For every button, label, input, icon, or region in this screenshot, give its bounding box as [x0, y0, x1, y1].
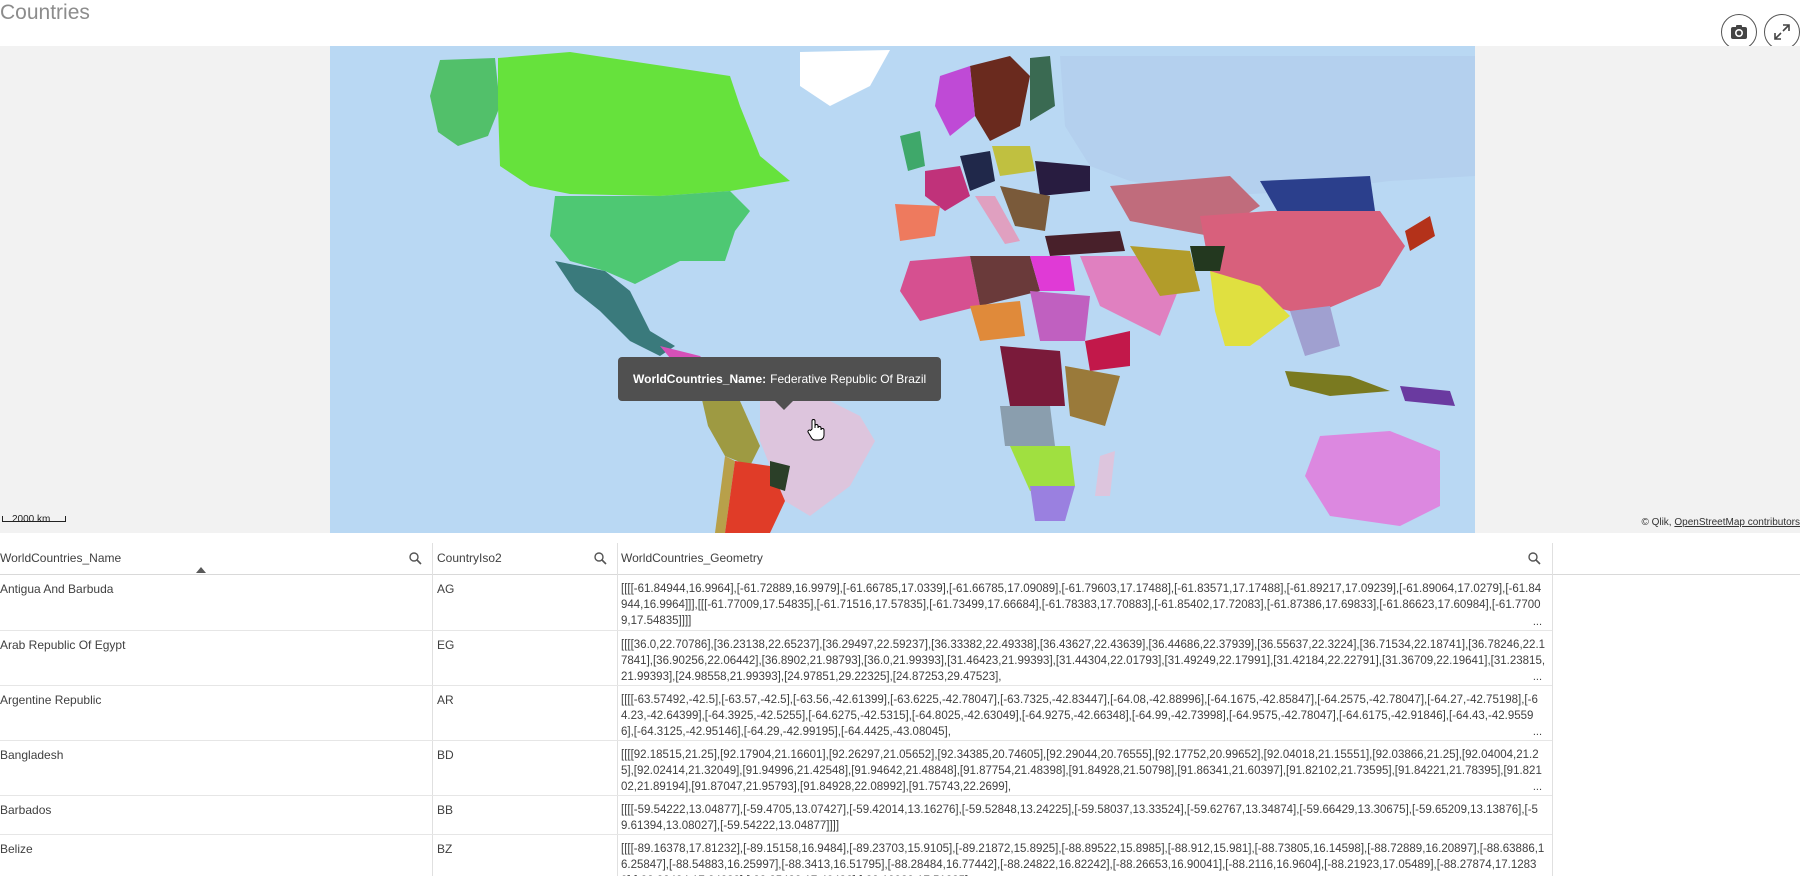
- map-region-angola[interactable]: [1000, 406, 1055, 446]
- search-icon[interactable]: [409, 552, 422, 565]
- map-region-alaska[interactable]: [430, 58, 500, 146]
- map-region-australia[interactable]: [1305, 431, 1440, 526]
- country-name-cell: Antigua And Barbuda: [0, 582, 114, 596]
- map-region-norway[interactable]: [935, 66, 975, 136]
- iso-code-cell: BZ: [437, 842, 453, 856]
- snapshot-button[interactable]: [1721, 14, 1757, 50]
- column-header-geometry[interactable]: WorldCountries_Geometry: [621, 543, 1551, 574]
- map-region-mongolia[interactable]: [1260, 176, 1375, 216]
- geometry-cell: [[[[36.0,22.70786],[36.23138,22.65237],[…: [621, 639, 1546, 683]
- map-attribution: © Qlik, OpenStreetMap contributors: [1641, 517, 1800, 528]
- geometry-cell: [[[[-63.57492,-42.5],[-63.57,-42.5],[-63…: [621, 694, 1538, 738]
- column-header-label: WorldCountries_Name: [0, 551, 122, 565]
- geometry-cell: [[[[92.18515,21.25],[92.17904,21.16601],…: [621, 749, 1542, 793]
- map-region-algeria-libya[interactable]: [970, 256, 1040, 306]
- map-region-finland[interactable]: [1030, 56, 1055, 121]
- table-row[interactable]: Bangladesh BD [[[[92.18515,21.25],[92.17…: [0, 741, 1552, 796]
- map-region-spain[interactable]: [895, 204, 940, 241]
- map-region-congo[interactable]: [1000, 346, 1065, 406]
- map-region-greenland[interactable]: [800, 50, 890, 106]
- table-row[interactable]: Arab Republic Of Egypt EG [[[[36.0,22.70…: [0, 631, 1552, 686]
- map-region-uk[interactable]: [900, 131, 925, 171]
- openstreetmap-link[interactable]: OpenStreetMap contributors: [1674, 517, 1800, 528]
- iso-code-cell: EG: [437, 638, 455, 652]
- country-name-cell: Arab Republic Of Egypt: [0, 638, 126, 652]
- map-region-west-africa[interactable]: [900, 256, 980, 321]
- truncation-ellipsis: ...: [1532, 671, 1542, 683]
- hand-cursor-icon: [807, 419, 825, 441]
- map-tooltip: WorldCountries_Name: Federative Republic…: [618, 357, 942, 410]
- geometry-cell: [[[[-59.54222,13.04877],[-59.4705,13.074…: [621, 804, 1538, 832]
- column-divider[interactable]: [1552, 543, 1553, 876]
- attribution-prefix: © Qlik,: [1641, 517, 1672, 528]
- map-region-indonesia[interactable]: [1285, 371, 1390, 396]
- search-icon[interactable]: [1528, 552, 1541, 565]
- column-header-label: WorldCountries_Geometry: [621, 551, 763, 565]
- world-map[interactable]: [330, 46, 1475, 533]
- map-region-sudan[interactable]: [1030, 291, 1090, 341]
- iso-code-cell: AR: [437, 693, 454, 707]
- map-region-southern-africa[interactable]: [1010, 446, 1075, 491]
- tooltip-field-label: WorldCountries_Name:: [633, 372, 767, 386]
- iso-code-cell: BD: [437, 748, 454, 762]
- table-row[interactable]: Argentine Republic AR [[[[-63.57492,-42.…: [0, 686, 1552, 741]
- column-header-label: CountryIso2: [437, 551, 502, 565]
- table-header: WorldCountries_Name CountryIso2 WorldCou…: [0, 543, 1800, 575]
- scale-label: 2000 km: [12, 514, 51, 525]
- map-region-nigeria[interactable]: [970, 301, 1025, 341]
- map-region-ukraine[interactable]: [1035, 161, 1090, 196]
- page-title: Countries: [0, 1, 90, 24]
- fullscreen-button[interactable]: [1764, 14, 1800, 50]
- table-row[interactable]: Belize BZ [[[[-89.16378,17.81232],[-89.1…: [0, 835, 1552, 876]
- data-table: WorldCountries_Name CountryIso2 WorldCou…: [0, 543, 1800, 876]
- truncation-ellipsis: ...: [1532, 616, 1542, 628]
- map-region-japan[interactable]: [1405, 216, 1435, 251]
- map-region-peru-bolivia[interactable]: [700, 391, 760, 466]
- map-region-madagascar[interactable]: [1095, 451, 1115, 496]
- expand-icon: [1774, 24, 1790, 40]
- map-region-russia[interactable]: [1060, 56, 1475, 196]
- map-region-turkey[interactable]: [1045, 231, 1125, 256]
- country-name-cell: Barbados: [0, 803, 52, 817]
- map-region-southeast-asia[interactable]: [1290, 306, 1340, 356]
- column-header-iso[interactable]: CountryIso2: [437, 543, 617, 574]
- sort-ascending-icon: [196, 567, 206, 573]
- map-region-afghanistan[interactable]: [1190, 246, 1225, 271]
- tooltip-field-value: Federative Republic Of Brazil: [770, 372, 927, 386]
- camera-icon: [1731, 25, 1747, 39]
- map-region-east-africa[interactable]: [1065, 366, 1120, 426]
- country-name-cell: Bangladesh: [0, 748, 64, 762]
- iso-code-cell: BB: [437, 803, 454, 817]
- map-region-south-africa[interactable]: [1030, 486, 1075, 521]
- geometry-cell: [[[[-89.16378,17.81232],[-89.15158,16.94…: [621, 843, 1545, 876]
- map-scale-bar: 2000 km: [2, 514, 66, 525]
- column-header-name[interactable]: WorldCountries_Name: [0, 543, 432, 574]
- country-name-cell: Belize: [0, 842, 33, 856]
- country-name-cell: Argentine Republic: [0, 693, 102, 707]
- iso-code-cell: AG: [437, 582, 455, 596]
- map-region-france[interactable]: [925, 166, 970, 211]
- map-region-ethiopia[interactable]: [1085, 331, 1130, 371]
- map-region-scandinavia[interactable]: [970, 56, 1030, 141]
- search-icon[interactable]: [594, 552, 607, 565]
- map-region-canada[interactable]: [498, 52, 790, 196]
- truncation-ellipsis: ...: [1532, 781, 1542, 793]
- table-row[interactable]: Barbados BB [[[[-59.54222,13.04877],[-59…: [0, 796, 1552, 835]
- map-region-papua[interactable]: [1400, 386, 1455, 406]
- truncation-ellipsis: ...: [1532, 726, 1542, 738]
- geometry-cell: [[[[-61.84944,16.9964],[-61.72889,16.997…: [621, 583, 1542, 627]
- map-region-poland[interactable]: [992, 146, 1035, 176]
- table-row[interactable]: Antigua And Barbuda AG [[[[-61.84944,16.…: [0, 575, 1552, 631]
